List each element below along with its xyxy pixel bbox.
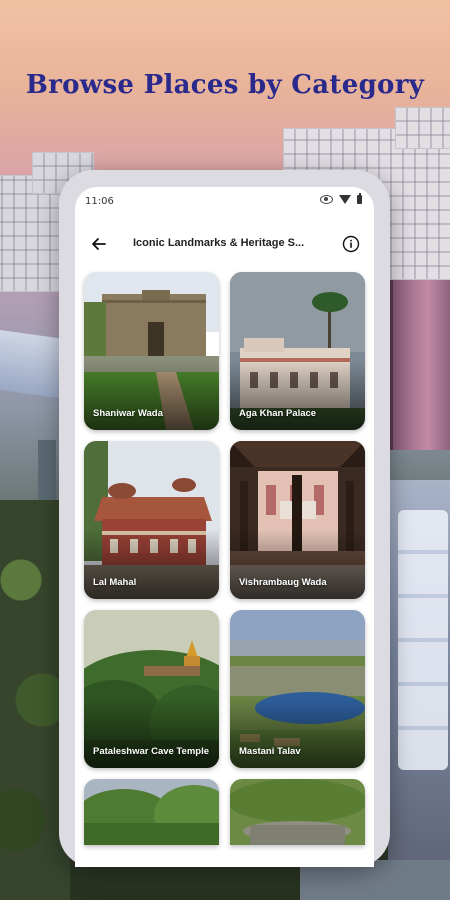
place-name: Lal Mahal	[93, 577, 137, 589]
place-image	[84, 779, 219, 845]
place-name: Shaniwar Wada	[93, 408, 163, 420]
phone-frame: 11:06 Iconic Landmarks & Heritage S... S…	[59, 170, 390, 867]
place-name: Mastani Talav	[239, 746, 301, 758]
info-button[interactable]	[338, 231, 364, 257]
wifi-icon	[339, 195, 351, 204]
place-name: Vishrambaug Wada	[239, 577, 327, 589]
status-bar: 11:06	[75, 187, 374, 217]
arrow-left-icon	[92, 238, 106, 250]
page-title: Iconic Landmarks & Heritage S...	[133, 237, 305, 249]
background-rail	[388, 480, 450, 900]
place-card-aga-khan-palace[interactable]: Aga Khan Palace	[230, 272, 365, 430]
app-screen: 11:06 Iconic Landmarks & Heritage S... S…	[75, 187, 374, 867]
place-card[interactable]	[230, 779, 365, 845]
place-name: Pataleshwar Cave Temple	[93, 746, 209, 758]
battery-icon	[357, 193, 362, 204]
eye-icon	[320, 195, 333, 204]
place-card-lal-mahal[interactable]: Lal Mahal	[84, 441, 219, 599]
promo-headline: Browse Places by Category	[25, 70, 425, 100]
places-grid: Shaniwar Wada Aga Khan Palace Lal Mahal …	[84, 272, 366, 845]
status-icons	[320, 193, 362, 204]
place-card[interactable]	[84, 779, 219, 845]
place-card-pataleshwar-cave-temple[interactable]: Pataleshwar Cave Temple	[84, 610, 219, 768]
info-icon	[342, 235, 360, 253]
background-building-right-top	[395, 107, 450, 149]
place-card-vishrambaug-wada[interactable]: Vishrambaug Wada	[230, 441, 365, 599]
place-image	[230, 779, 365, 845]
place-name: Aga Khan Palace	[239, 408, 317, 420]
back-button[interactable]	[85, 231, 111, 257]
place-card-shaniwar-wada[interactable]: Shaniwar Wada	[84, 272, 219, 430]
status-time: 11:06	[85, 196, 114, 207]
place-card-mastani-talav[interactable]: Mastani Talav	[230, 610, 365, 768]
background-train	[390, 280, 450, 450]
app-bar: Iconic Landmarks & Heritage S...	[75, 225, 374, 261]
